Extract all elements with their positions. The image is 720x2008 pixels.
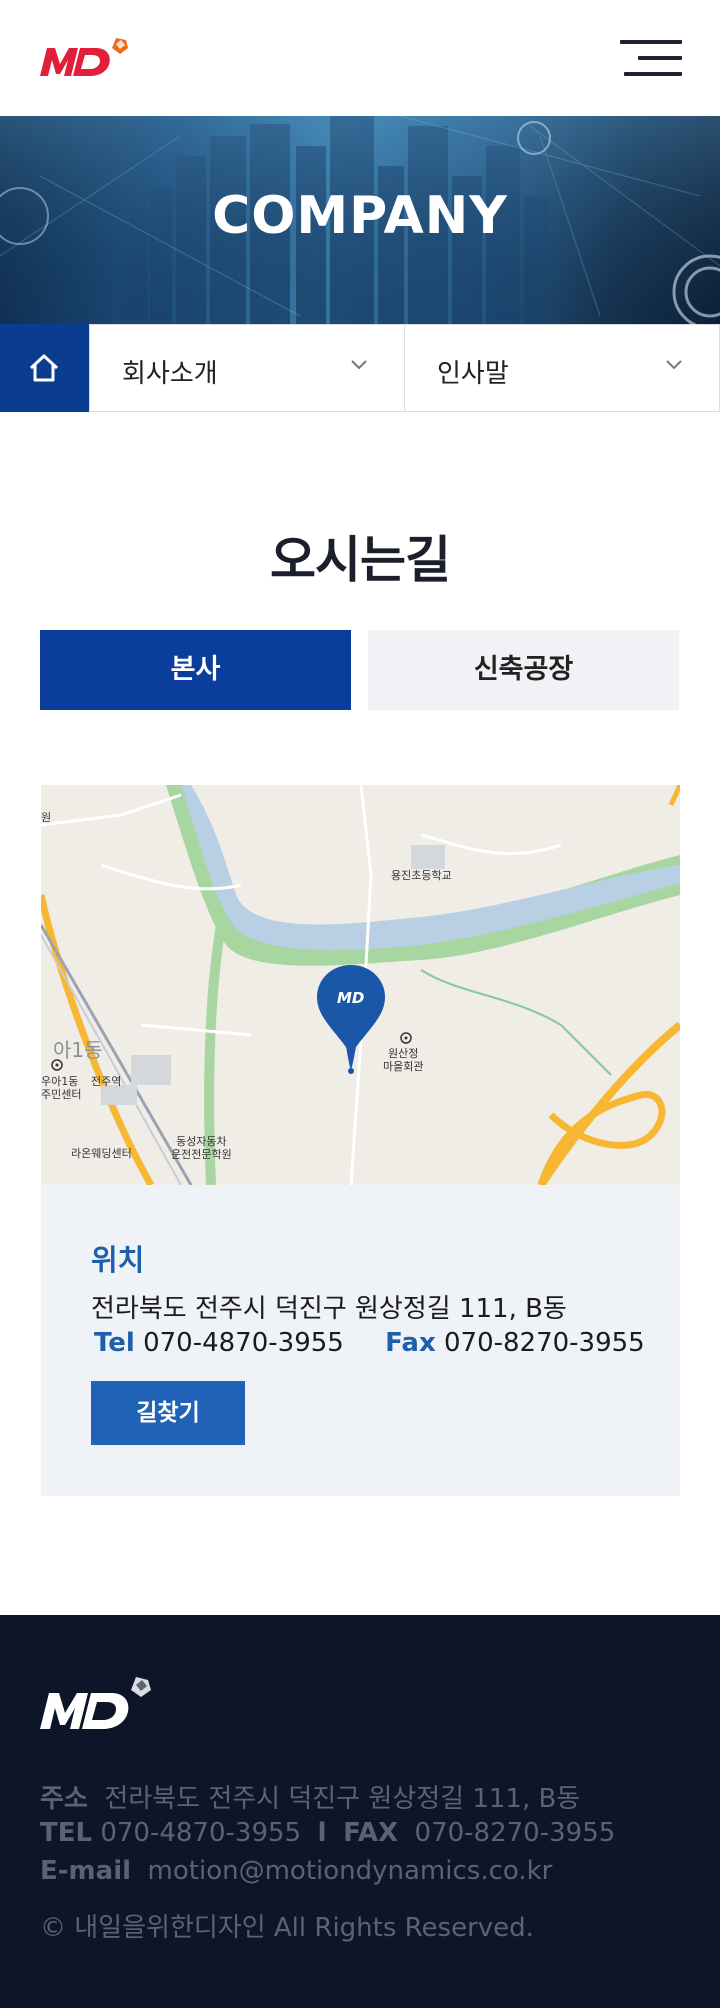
footer-md-logo xyxy=(40,1677,151,1729)
chevron-down-icon xyxy=(666,360,682,370)
location-address: 전라북도 전주시 덕진구 원상정길 111, B동 xyxy=(91,1294,567,1324)
page-dropdown[interactable]: 인사말 xyxy=(404,324,720,412)
location-info-box: 위치 전라북도 전주시 덕진구 원상정길 111, B동 Tel 070-487… xyxy=(41,1185,680,1496)
menu-bar-icon xyxy=(638,56,682,60)
home-icon xyxy=(29,354,59,382)
page-dropdown-label: 인사말 xyxy=(437,359,509,389)
map-label-driving-school: 동성자동차 운전전문학원 xyxy=(171,1135,232,1161)
hamburger-menu-button[interactable] xyxy=(620,36,682,80)
footer-contact: TEL 070-4870-3955 l FAX 070-8270-3955 xyxy=(40,1818,615,1848)
menu-bar-icon xyxy=(624,72,682,76)
footer-address: 주소 전라북도 전주시 덕진구 원상정길 111, B동 xyxy=(40,1778,580,1815)
sub-navigation: 회사소개 인사말 xyxy=(0,324,720,412)
banner-title: COMPANY xyxy=(212,186,508,246)
footer-address-value: 전라북도 전주시 덕진구 원상정길 111, B동 xyxy=(104,1784,581,1814)
location-contact: Tel 070-4870-3955 Fax 070-8270-3955 xyxy=(94,1328,645,1358)
fax-label: Fax xyxy=(385,1328,436,1358)
footer-tel-value: 070-4870-3955 xyxy=(100,1818,302,1848)
md-logo[interactable] xyxy=(40,36,140,82)
footer-email-label: E-mail xyxy=(40,1856,132,1886)
map-label-school: 용진초등학교 xyxy=(391,869,452,882)
footer-email: E-mail motion@motiondynamics.co.kr xyxy=(40,1856,552,1886)
location-map[interactable]: MD 원 용진초등학교 원산정 마을회관 아1동 전주역 우아1동 주민센터 라… xyxy=(41,785,680,1185)
footer-fax-label: FAX xyxy=(343,1818,399,1848)
fax-value: 070-8270-3955 xyxy=(443,1328,645,1358)
footer-fax-value: 070-8270-3955 xyxy=(414,1818,616,1848)
tel-value: 070-4870-3955 xyxy=(143,1328,344,1358)
footer-email-value[interactable]: motion@motiondynamics.co.kr xyxy=(148,1856,553,1886)
map-label-wedding: 라온웨딩센터 xyxy=(71,1147,132,1160)
section-dropdown[interactable]: 회사소개 xyxy=(89,324,405,412)
map-label-hall: 원산정 마을회관 xyxy=(383,1047,424,1073)
map-graphic: MD xyxy=(41,785,680,1185)
tel-label: Tel xyxy=(94,1328,135,1358)
company-banner: COMPANY xyxy=(0,116,720,324)
site-footer: 주소 전라북도 전주시 덕진구 원상정길 111, B동 TEL 070-487… xyxy=(0,1615,720,2008)
map-label-station: 전주역 xyxy=(91,1075,122,1088)
chevron-down-icon xyxy=(351,360,367,370)
map-label-edge: 원 xyxy=(41,811,52,824)
home-button[interactable] xyxy=(0,324,89,412)
tab-headquarters[interactable]: 본사 xyxy=(40,630,351,710)
footer-tel-label: TEL xyxy=(40,1818,93,1848)
footer-separator: l xyxy=(317,1818,327,1848)
page-title: 오시는길 xyxy=(270,531,451,589)
svg-text:MD: MD xyxy=(337,989,364,1007)
map-label-community-center: 우아1동 주민센터 xyxy=(41,1075,82,1101)
footer-copyright: © 내일을위한디자인 All Rights Reserved. xyxy=(40,1913,534,1943)
directions-button[interactable]: 길찾기 xyxy=(91,1381,245,1445)
footer-address-label: 주소 xyxy=(40,1784,88,1814)
menu-bar-icon xyxy=(620,40,682,44)
map-label-dong: 아1동 xyxy=(53,1038,103,1062)
section-dropdown-label: 회사소개 xyxy=(122,359,218,389)
location-title: 위치 xyxy=(91,1243,145,1277)
tab-new-factory[interactable]: 신축공장 xyxy=(368,630,679,710)
site-header xyxy=(0,0,720,116)
